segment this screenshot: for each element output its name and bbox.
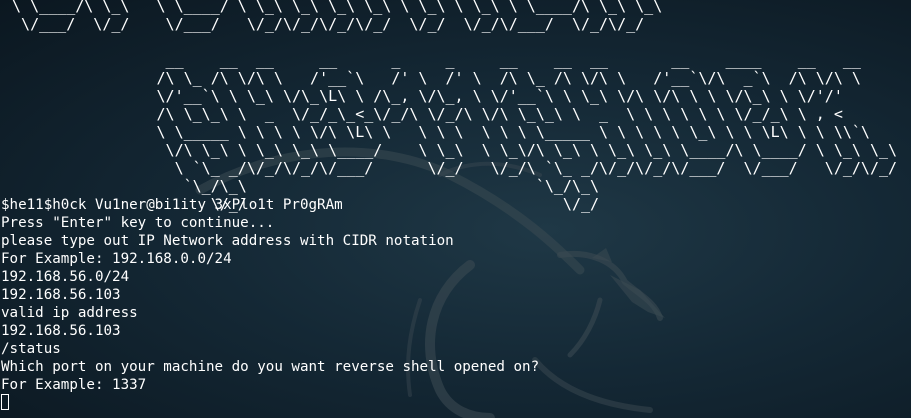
- terminal-output: $he11$h0ck Vu1ner@bi1ity 3xPlo1t Pr0gRAm…: [1, 196, 906, 412]
- port-example-line: For Example: 1337: [1, 377, 147, 393]
- cidr-example-line: For Example: 192.168.0.0/24: [1, 251, 232, 267]
- output-ip-line-2: 192.168.56.103: [1, 323, 121, 339]
- validation-message: valid ip address: [1, 305, 138, 321]
- press-enter-prompt: Press "Enter" key to continue...: [1, 215, 275, 231]
- status-line: /status: [1, 341, 61, 357]
- port-question-line: Which port on your machine do you want r…: [1, 359, 540, 375]
- cidr-instruction-line: please type out IP Network address with …: [1, 233, 454, 249]
- terminal-screen: \ \____/\ \_\ \ \____/ \ \_\ \_\ \_\ \_\…: [0, 0, 911, 418]
- text-cursor[interactable]: [1, 394, 9, 410]
- program-title-line: $he11$h0ck Vu1ner@bi1ity 3xPlo1t Pr0gRAm: [1, 197, 343, 213]
- user-input-network: 192.168.56.0/24: [1, 269, 130, 285]
- ascii-art-banner: \ \____/\ \_\ \ \____/ \ \_\ \_\ \_\ \_\…: [12, 0, 898, 213]
- input-line[interactable]: [1, 394, 906, 412]
- output-ip-line: 192.168.56.103: [1, 287, 121, 303]
- terminal-window[interactable]: \ \____/\ \_\ \ \____/ \ \_\ \_\ \_\ \_\…: [0, 0, 911, 418]
